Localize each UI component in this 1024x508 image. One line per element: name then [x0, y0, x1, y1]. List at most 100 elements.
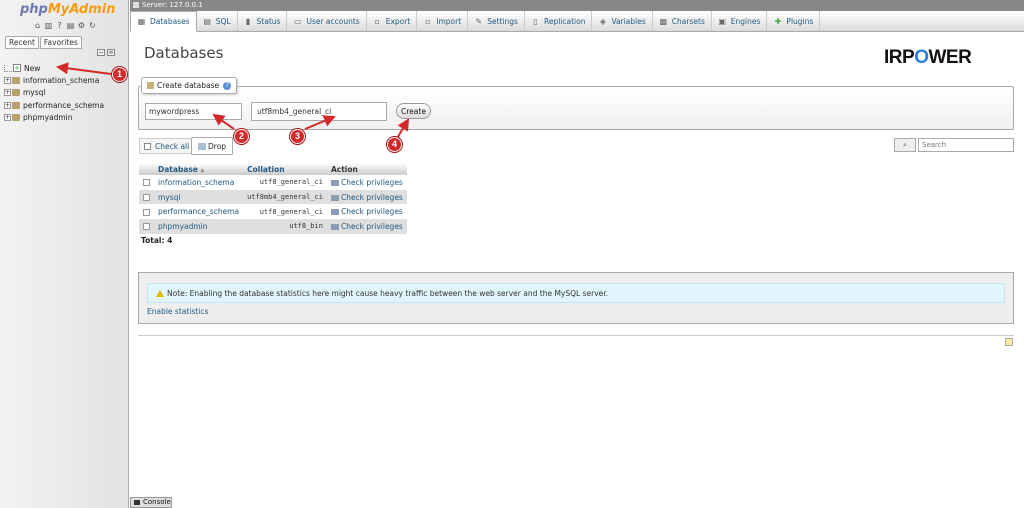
tree-connector — [4, 64, 12, 72]
tree-item-label: mysql — [23, 88, 46, 98]
console-icon — [134, 499, 140, 505]
drop-label: Drop — [208, 141, 227, 151]
phpmyadmin-logo[interactable]: phpMyAdmin — [20, 2, 116, 17]
enable-statistics-link[interactable]: Enable statistics — [147, 307, 208, 316]
tab-label: User accounts — [306, 16, 360, 26]
sort-asc-icon: ▴ — [200, 164, 205, 174]
total-count: Total: 4 — [141, 236, 173, 245]
tab-variables[interactable]: ◈ Variables — [592, 11, 653, 31]
expand-icon[interactable]: + — [4, 89, 11, 97]
tab-databases[interactable]: ▦ Databases — [130, 11, 197, 32]
top-menu-tabs: ▦ Databases ▤ SQL ▮ Status ▭ User accounts ▫… — [130, 11, 1024, 32]
drop-button[interactable]: Drop — [191, 137, 234, 155]
tab-plugins[interactable]: ✚ Plugins — [767, 11, 821, 31]
notice-message: Note: Enabling the database statistics h… — [147, 283, 1005, 303]
tab-label: Databases — [150, 17, 190, 26]
column-header-database[interactable]: Database ▴ — [154, 163, 244, 175]
column-header-action: Action — [326, 163, 407, 175]
row-checkbox[interactable] — [143, 223, 150, 231]
tree-item-database[interactable]: + performance_schema — [4, 99, 104, 111]
sidebar-quick-icons: ⌂ ▥ ? ▤ ⚙ ↻ — [33, 21, 97, 30]
expand-icon[interactable]: + — [4, 101, 11, 109]
privileges-icon — [330, 209, 339, 216]
tree-item-new[interactable]: + New — [4, 62, 104, 74]
expand-icon[interactable]: + — [4, 76, 11, 84]
help-icon[interactable]: ? — [223, 81, 232, 90]
help-icon[interactable]: ? — [55, 21, 64, 30]
check-privileges-link[interactable]: Check privileges — [326, 189, 407, 205]
database-icon — [12, 76, 20, 84]
tab-export[interactable]: ▫ Export — [367, 11, 418, 31]
row-checkbox[interactable] — [143, 194, 150, 202]
tree-item-database[interactable]: + mysql — [4, 87, 104, 99]
reload-icon[interactable]: ↻ — [88, 21, 97, 30]
database-link[interactable]: mysql — [154, 189, 244, 205]
create-button[interactable]: Create — [396, 103, 431, 119]
tab-user-accounts[interactable]: ▭ User accounts — [287, 11, 367, 31]
navigation-sidebar: phpMyAdmin ⌂ ▥ ? ▤ ⚙ ↻ Recent Favorites … — [0, 0, 129, 508]
search-icon: ⌕ — [894, 138, 916, 152]
check-all-toggle[interactable]: Check all — [139, 138, 195, 154]
database-icon — [12, 89, 20, 97]
column-header-collation[interactable]: Collation — [243, 163, 327, 175]
expand-icon[interactable]: + — [4, 113, 11, 121]
row-checkbox[interactable] — [143, 179, 150, 187]
tab-sql[interactable]: ▤ SQL — [197, 11, 238, 31]
charsets-icon: ▩ — [659, 16, 668, 26]
variables-icon: ◈ — [599, 16, 607, 26]
collation-select[interactable] — [251, 102, 387, 121]
console-label: Console — [143, 498, 171, 506]
tab-charsets[interactable]: ▩ Charsets — [653, 11, 712, 31]
page-settings-icon[interactable] — [1005, 338, 1013, 346]
databases-table: Database ▴ Collation Action information_… — [139, 163, 407, 234]
database-icon: ▦ — [137, 17, 146, 26]
tree-item-label: phpmyadmin — [23, 112, 73, 122]
collation-value: utf8_bin — [243, 219, 327, 234]
link-icon[interactable]: ∞ — [107, 49, 115, 56]
gear-icon[interactable]: ⚙ — [77, 21, 86, 30]
table-row: performance_schema utf8_general_ci Check… — [139, 204, 407, 220]
database-link[interactable]: phpmyadmin — [154, 219, 244, 234]
create-database-legend: Create database ? — [141, 77, 238, 94]
sql-icon: ▤ — [203, 16, 211, 26]
row-checkbox[interactable] — [143, 208, 150, 216]
collation-value: utf8_general_ci — [243, 204, 327, 220]
database-link[interactable]: performance_schema — [154, 204, 244, 220]
check-privileges-link[interactable]: Check privileges — [326, 219, 407, 234]
console-toggle[interactable]: Console — [130, 497, 172, 508]
search-input[interactable] — [918, 138, 1014, 152]
tab-label: Charsets — [671, 16, 705, 26]
tab-replication[interactable]: ▯ Replication — [525, 11, 593, 31]
page-title: Databases — [144, 44, 224, 62]
server-icon — [133, 2, 139, 8]
server-breadcrumb[interactable]: Server: 127.0.0.1 — [130, 0, 1024, 11]
collation-value: utf8mb4_general_ci — [243, 189, 327, 205]
tab-label: Engines — [730, 16, 761, 26]
check-privileges-link[interactable]: Check privileges — [326, 204, 407, 220]
database-name-input[interactable] — [145, 103, 242, 120]
tab-engines[interactable]: ▣ Engines — [712, 11, 768, 31]
docs-icon[interactable]: ▤ — [66, 21, 75, 30]
recent-tab[interactable]: Recent — [5, 36, 39, 49]
export-icon: ▫ — [374, 16, 380, 26]
tab-label: Export — [385, 16, 411, 26]
irpower-logo: IRPOWER — [884, 47, 972, 68]
checkbox[interactable] — [144, 142, 151, 150]
tab-status[interactable]: ▮ Status — [238, 11, 288, 31]
tab-settings[interactable]: ✎ Settings — [468, 11, 525, 31]
plugins-icon: ✚ — [774, 16, 782, 26]
tab-import[interactable]: ▫ Import — [417, 11, 469, 31]
tree-item-database[interactable]: + phpmyadmin — [4, 111, 104, 123]
logout-icon[interactable]: ▥ — [44, 21, 53, 30]
home-icon[interactable]: ⌂ — [33, 21, 42, 30]
tree-item-database[interactable]: + information_schema — [4, 74, 104, 86]
favorites-tab[interactable]: Favorites — [39, 36, 82, 49]
tab-label: Settings — [487, 16, 518, 26]
check-privileges-link[interactable]: Check privileges — [326, 175, 407, 190]
database-tree: + New + information_schema + mysql + per… — [4, 62, 104, 123]
new-database-icon: + — [13, 64, 21, 73]
database-link[interactable]: information_schema — [154, 175, 244, 190]
table-row: information_schema utf8_general_ci Check… — [139, 175, 407, 190]
collapse-all-icon[interactable]: − — [97, 49, 105, 56]
tab-label: Variables — [611, 16, 646, 26]
